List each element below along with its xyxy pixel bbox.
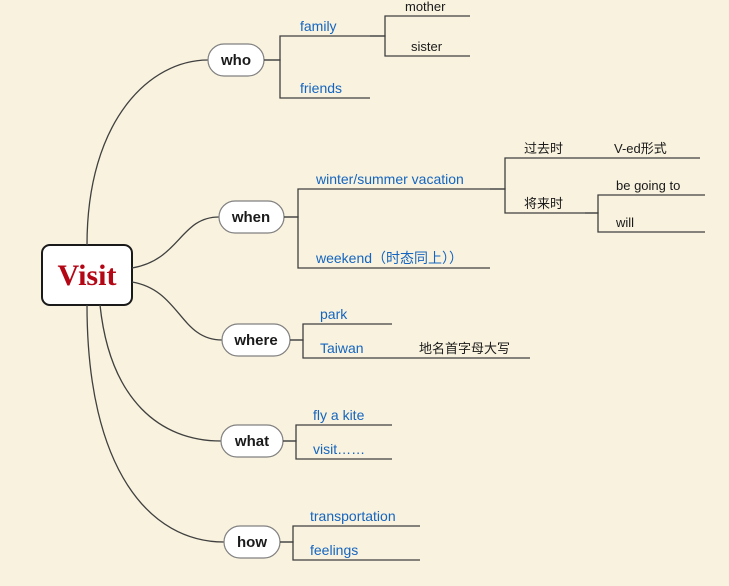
- edge-root-when: [132, 217, 219, 268]
- edge-family-sister: [370, 36, 400, 56]
- edge-who-friends: [264, 60, 296, 98]
- leaf-sister[interactable]: sister: [411, 39, 443, 54]
- leaf-begoing[interactable]: be going to: [616, 178, 680, 193]
- edge-future-will: [585, 213, 612, 232]
- leaf-visit[interactable]: visit……: [313, 441, 365, 457]
- leaf-transport[interactable]: transportation: [310, 508, 396, 524]
- leaf-future[interactable]: 将来时: [524, 196, 563, 211]
- leaf-ved[interactable]: V-ed形式: [614, 141, 667, 156]
- leaf-mother[interactable]: mother: [405, 0, 446, 14]
- edge-who-family: [264, 36, 296, 60]
- edge-root-how: [87, 305, 224, 542]
- leaf-feelings[interactable]: feelings: [310, 542, 358, 558]
- leaf-fly[interactable]: fly a kite: [313, 407, 365, 423]
- edge-family-mother: [370, 16, 400, 36]
- edge-future-begoing: [585, 195, 612, 213]
- leaf-weekend[interactable]: weekend（时态同上））: [315, 250, 463, 266]
- leaf-park[interactable]: park: [320, 306, 348, 322]
- edge-how-feelings: [280, 542, 306, 560]
- label-how: how: [237, 534, 267, 551]
- edge-root-where: [132, 282, 222, 340]
- edge-what-visit: [283, 441, 309, 459]
- label-who: who: [220, 52, 251, 69]
- mindmap-canvas: Visit who family mother sister friends w…: [0, 0, 729, 586]
- edge-vac-future: [490, 189, 520, 213]
- edge-where-taiwan: [290, 340, 316, 358]
- leaf-friends[interactable]: friends: [300, 80, 342, 96]
- leaf-vacation[interactable]: winter/summer vacation: [315, 171, 464, 187]
- edge-root-what: [100, 305, 221, 441]
- label-what: what: [234, 433, 269, 450]
- edge-how-transport: [280, 526, 306, 542]
- leaf-will[interactable]: will: [615, 215, 634, 230]
- edge-what-fly: [283, 425, 309, 441]
- leaf-family[interactable]: family: [300, 18, 337, 34]
- edge-root-who: [87, 60, 208, 245]
- edge-vac-past: [490, 158, 520, 189]
- edge-when-vacation: [284, 189, 312, 217]
- leaf-taiwan-note[interactable]: 地名首字母大写: [419, 341, 510, 356]
- leaf-past[interactable]: 过去时: [524, 141, 563, 156]
- label-where: where: [233, 332, 277, 349]
- edge-when-weekend: [284, 217, 312, 268]
- edge-where-park: [290, 324, 316, 340]
- label-when: when: [231, 209, 270, 226]
- leaf-taiwan[interactable]: Taiwan: [320, 340, 364, 356]
- root-label: Visit: [58, 259, 117, 292]
